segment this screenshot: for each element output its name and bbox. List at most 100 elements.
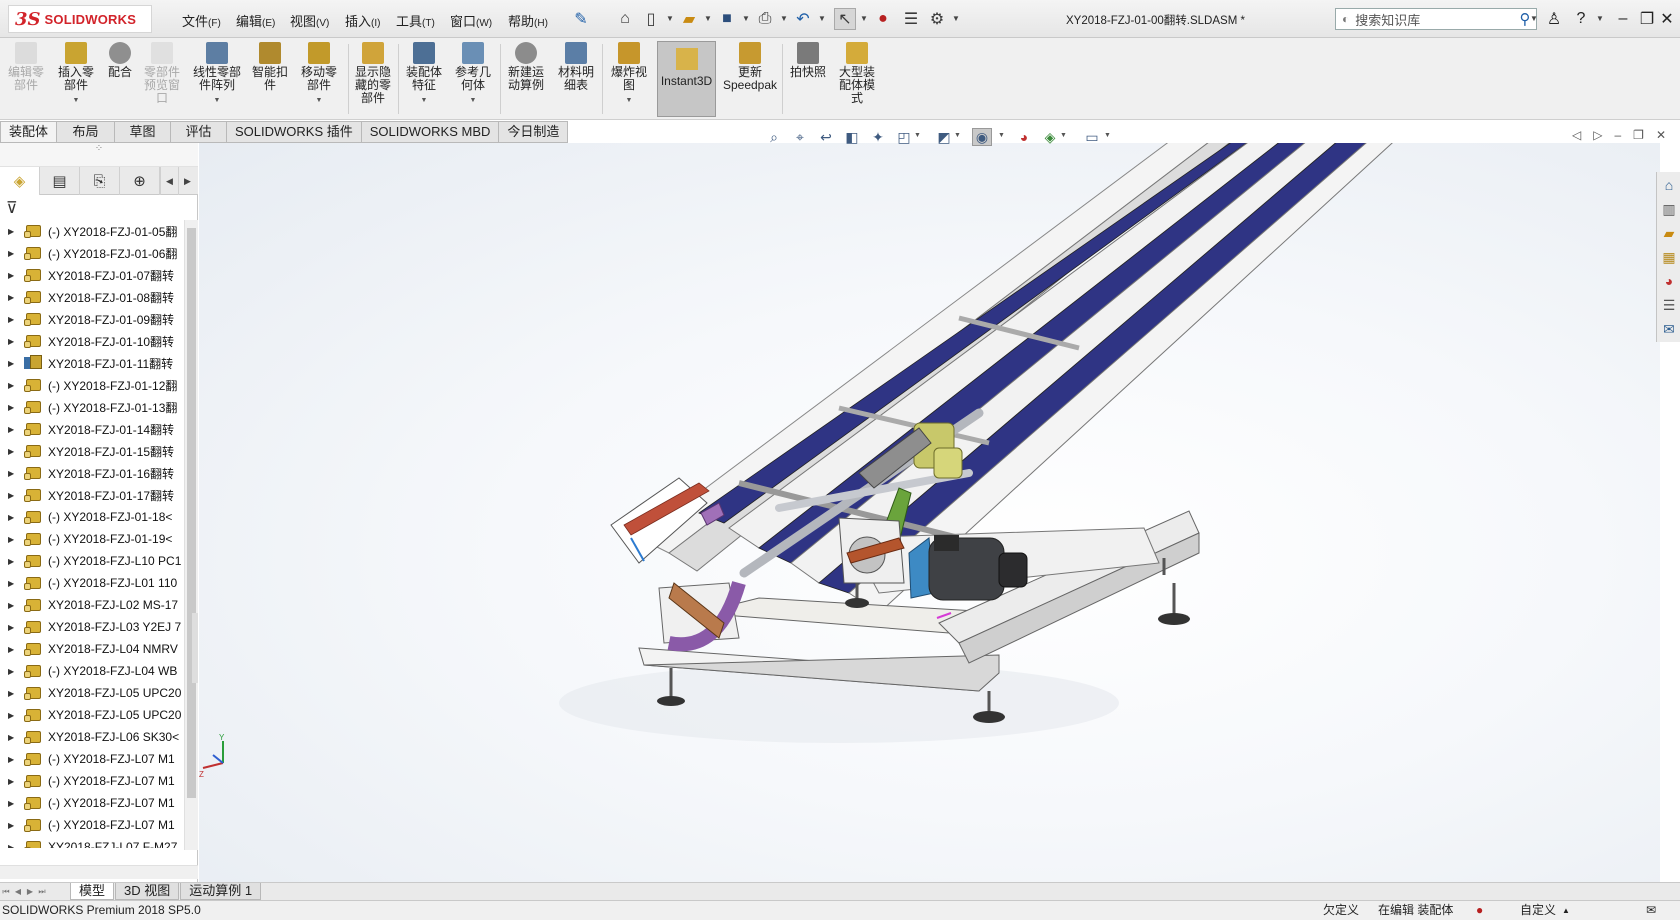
- tree-item[interactable]: ▶ (-) XY2018-FZJ-L07 M1: [0, 814, 184, 836]
- feature-tree-scrollbar[interactable]: [184, 220, 198, 850]
- expand-arrow-icon[interactable]: ▶: [0, 491, 14, 500]
- tree-item[interactable]: ▶ XY2018-FZJ-L05 UPC20: [0, 682, 184, 704]
- rebuild-icon[interactable]: ●: [872, 8, 894, 30]
- minimize-icon[interactable]: –: [1612, 8, 1634, 30]
- hide-show-dropdown-icon[interactable]: ▼: [998, 132, 1005, 139]
- expand-arrow-icon[interactable]: ▶: [0, 645, 14, 654]
- assembly-features-button[interactable]: 装配体特征 ▼: [402, 42, 446, 107]
- tab-layout[interactable]: 布局: [57, 121, 116, 143]
- expand-arrow-icon[interactable]: ▶: [0, 799, 14, 808]
- units-dropdown-icon[interactable]: ▲: [1562, 901, 1570, 920]
- update-speedpak-button[interactable]: 更新 Speedpak: [722, 42, 778, 92]
- expand-arrow-icon[interactable]: ▶: [0, 293, 14, 302]
- custom-properties-icon[interactable]: ☰: [1658, 294, 1680, 316]
- viewport-restore-icon[interactable]: ❐: [1633, 128, 1644, 142]
- file-properties-icon[interactable]: ☰: [900, 8, 922, 30]
- menu-view[interactable]: 视图(V): [290, 11, 329, 30]
- open-dropdown-icon[interactable]: ▼: [704, 14, 712, 23]
- previous-view-icon[interactable]: ↩: [816, 128, 836, 146]
- large-assembly-mode-button[interactable]: 大型装配体模式: [834, 42, 880, 105]
- tree-item[interactable]: ▶ XY2018-FZJ-01-15翻转: [0, 440, 184, 462]
- expand-arrow-icon[interactable]: ▶: [0, 271, 14, 280]
- zoom-to-fit-icon[interactable]: ⌕: [764, 128, 784, 146]
- undo-dropdown-icon[interactable]: ▼: [818, 14, 826, 23]
- tree-item[interactable]: ▶ XY2018-FZJ-01-11翻转: [0, 352, 184, 374]
- apply-scene-dropdown-icon[interactable]: ▼: [1060, 132, 1067, 139]
- expand-arrow-icon[interactable]: ▶: [0, 513, 14, 522]
- expand-arrow-icon[interactable]: ▶: [0, 821, 14, 830]
- expand-arrow-icon[interactable]: ▶: [0, 337, 14, 346]
- pin-icon[interactable]: ✎: [570, 8, 592, 30]
- tab-last-icon[interactable]: ⏭: [36, 887, 48, 897]
- tree-item[interactable]: ▶ XY2018-FZJ-01-10翻转: [0, 330, 184, 352]
- tabs-scroll-left-icon[interactable]: ◀: [160, 167, 178, 195]
- forum-icon[interactable]: ✉: [1658, 318, 1680, 340]
- tab-motion-study-1[interactable]: 运动算例 1: [180, 883, 262, 900]
- hide-show-items-icon[interactable]: ◉: [972, 128, 992, 146]
- chat-icon[interactable]: ✉: [1646, 901, 1656, 920]
- save-icon[interactable]: ■: [716, 8, 738, 30]
- exploded-view-button[interactable]: 爆炸视图 ▼: [606, 42, 652, 107]
- tab-model[interactable]: 模型: [70, 883, 115, 900]
- menu-tools[interactable]: 工具(T): [396, 11, 435, 30]
- viewport-prev-icon[interactable]: ◁: [1572, 128, 1581, 142]
- select-arrow-icon[interactable]: ↖: [834, 8, 856, 30]
- tree-item[interactable]: ▶ XY2018-FZJ-L02 MS-17: [0, 594, 184, 616]
- tree-item[interactable]: ▶ XY2018-FZJ-01-16翻转: [0, 462, 184, 484]
- expand-arrow-icon[interactable]: ▶: [0, 623, 14, 632]
- reference-geometry-button[interactable]: 参考几何体 ▼: [450, 42, 496, 107]
- tree-item[interactable]: ▶ XY2018-FZJ-01-09翻转: [0, 308, 184, 330]
- tree-item[interactable]: ▶ XY2018-FZJ-L06 SK30<: [0, 726, 184, 748]
- tree-item[interactable]: ▶ XY2018-FZJ-01-14翻转: [0, 418, 184, 440]
- tree-item[interactable]: ▶ XY2018-FZJ-L04 NMRV: [0, 638, 184, 660]
- dynamic-annotation-icon[interactable]: ✦: [868, 128, 888, 146]
- expand-arrow-icon[interactable]: ▶: [0, 535, 14, 544]
- select-dropdown-icon[interactable]: ▼: [860, 14, 868, 23]
- tree-item[interactable]: ▶ (-) XY2018-FZJ-01-19<: [0, 528, 184, 550]
- expand-arrow-icon[interactable]: ▶: [0, 315, 14, 324]
- tab-solidworks-addins[interactable]: SOLIDWORKS 插件: [227, 121, 362, 143]
- instant3d-button[interactable]: Instant3D: [657, 41, 716, 117]
- menu-file[interactable]: 文件(F): [182, 11, 221, 30]
- zoom-to-area-icon[interactable]: ⌖: [790, 128, 810, 146]
- close-icon[interactable]: ✕: [1656, 8, 1678, 30]
- configuration-manager-tab-icon[interactable]: ⎘: [80, 167, 120, 195]
- tree-item[interactable]: ▶ (-) XY2018-FZJ-L10 PC1: [0, 550, 184, 572]
- view-palette-icon[interactable]: ▦: [1658, 246, 1680, 268]
- feature-tree-hscrollbar[interactable]: [0, 865, 198, 879]
- expand-arrow-icon[interactable]: ▶: [0, 755, 14, 764]
- help-question-icon[interactable]: ?: [1570, 8, 1592, 30]
- expand-arrow-icon[interactable]: ▶: [0, 447, 14, 456]
- options-dropdown-icon[interactable]: ▼: [952, 14, 960, 23]
- expand-arrow-icon[interactable]: ▶: [0, 601, 14, 610]
- tab-next-icon[interactable]: ▶: [24, 887, 36, 896]
- filter-funnel-icon[interactable]: ⊽: [6, 198, 18, 218]
- apply-scene-icon[interactable]: ◈: [1040, 128, 1060, 146]
- expand-arrow-icon[interactable]: ▶: [0, 425, 14, 434]
- smart-fasteners-button[interactable]: 智能扣件: [248, 42, 292, 92]
- tree-item[interactable]: ▶ XY2018-FZJ-L05 UPC20: [0, 704, 184, 726]
- expand-arrow-icon[interactable]: ▶: [0, 469, 14, 478]
- display-style-dropdown-icon[interactable]: ▼: [954, 132, 961, 139]
- panel-splitter[interactable]: [192, 613, 198, 683]
- tree-item[interactable]: ▶ (-) XY2018-FZJ-L07 M1: [0, 792, 184, 814]
- expand-arrow-icon[interactable]: ▶: [0, 227, 14, 236]
- tab-assembly[interactable]: 装配体: [0, 121, 58, 143]
- assembly-features-dropdown-icon[interactable]: ▼: [421, 94, 428, 107]
- tree-item[interactable]: ▶ (-) XY2018-FZJ-01-18<: [0, 506, 184, 528]
- expand-arrow-icon[interactable]: ▶: [0, 689, 14, 698]
- search-dropdown-icon[interactable]: ▼: [1530, 14, 1538, 23]
- search-box[interactable]: ◐ 搜索知识库 ⚲: [1335, 8, 1537, 30]
- appearances-icon[interactable]: ◕: [1658, 270, 1680, 292]
- property-manager-tab-icon[interactable]: ▤: [40, 167, 80, 195]
- tree-item[interactable]: ▶ (-) XY2018-FZJ-01-06翻: [0, 242, 184, 264]
- viewport-minimize-icon[interactable]: –: [1614, 128, 1621, 142]
- expand-arrow-icon[interactable]: ▶: [0, 403, 14, 412]
- expand-arrow-icon[interactable]: ▶: [0, 249, 14, 258]
- tree-item[interactable]: ▶ XY2018-FZJ-01-07翻转: [0, 264, 184, 286]
- print-dropdown-icon[interactable]: ▼: [780, 14, 788, 23]
- insert-components-dropdown-icon[interactable]: ▼: [73, 94, 80, 107]
- tabs-scroll-right-icon[interactable]: ▶: [178, 167, 196, 195]
- search-input[interactable]: 搜索知识库: [1355, 10, 1514, 29]
- file-explorer-icon[interactable]: ▰: [1658, 222, 1680, 244]
